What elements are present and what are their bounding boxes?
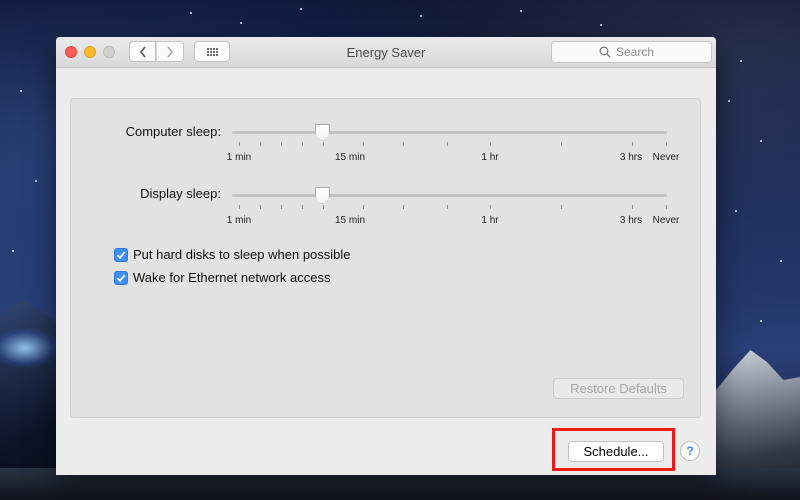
restore-defaults-button[interactable]: Restore Defaults [553, 378, 684, 399]
hard-disk-sleep-option[interactable]: Put hard disks to sleep when possible [114, 247, 351, 262]
settings-panel: Computer sleep: 1 min 15 min 1 hr 3 hrs … [70, 98, 701, 418]
tick-label: 1 min [226, 215, 252, 226]
schedule-button[interactable]: Schedule... [568, 441, 664, 462]
display-sleep-slider-knob[interactable] [315, 187, 330, 204]
hard-disk-sleep-label: Put hard disks to sleep when possible [133, 247, 351, 262]
computer-sleep-slider-knob[interactable] [315, 124, 330, 141]
checkmark-icon [116, 251, 126, 259]
tick-label: Never [652, 152, 680, 163]
tick-label: 3 hrs [619, 215, 643, 226]
computer-sleep-slider[interactable] [232, 131, 667, 134]
checkmark-icon [116, 274, 126, 282]
search-input[interactable] [616, 45, 664, 59]
title-bar: Energy Saver [56, 37, 716, 68]
display-sleep-slider[interactable] [232, 194, 667, 197]
wake-ethernet-option[interactable]: Wake for Ethernet network access [114, 270, 331, 285]
hard-disk-sleep-checkbox[interactable] [114, 247, 128, 262]
wake-ethernet-label: Wake for Ethernet network access [133, 270, 331, 285]
tick-label: 1 min [226, 152, 252, 163]
wake-ethernet-checkbox[interactable] [114, 270, 128, 285]
tick-label: 15 min [334, 152, 366, 163]
display-sleep-label: Display sleep: [140, 186, 221, 201]
tick-label: 1 hr [481, 152, 499, 163]
computer-sleep-label: Computer sleep: [125, 124, 221, 139]
help-button[interactable]: ? [680, 441, 700, 461]
tick-label: 1 hr [481, 215, 499, 226]
search-field[interactable] [551, 41, 712, 63]
tick-label: 3 hrs [619, 152, 643, 163]
search-icon [599, 46, 611, 58]
tick-label: 15 min [334, 215, 366, 226]
tick-label: Never [652, 215, 680, 226]
energy-saver-window: Energy Saver Computer sleep: 1 min 15 mi… [56, 37, 716, 475]
